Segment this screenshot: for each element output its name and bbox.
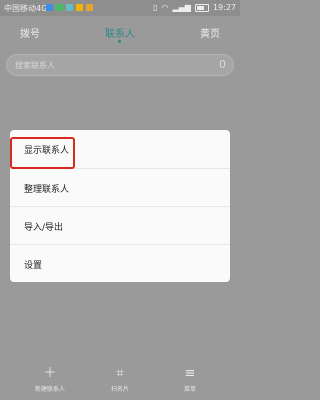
new-contact-button[interactable]: ＋ 新建联系人 (20, 366, 80, 393)
menu-icon: ≡ (184, 366, 196, 381)
search-input[interactable]: 搜索联系人 (6, 54, 234, 76)
menu-item-organize-contacts[interactable]: 整理联系人 (10, 168, 230, 207)
tab-dialer[interactable]: 拨号 (20, 25, 40, 40)
menu-label: 菜单 (183, 386, 196, 393)
bottom-bar: ＋ 新建联系人 ⌗ 扫名片 ≡ 菜单 (0, 362, 240, 400)
status-right: ▯ ◠ ▂▄▆ 19:27 (153, 3, 236, 12)
active-tab-indicator (118, 40, 121, 43)
tab-yellow-pages[interactable]: 黄页 (200, 25, 220, 40)
plus-icon: ＋ (43, 366, 57, 381)
carrier-label: 中国移动4G (4, 4, 48, 13)
notification-icon (86, 4, 93, 11)
scan-card-button[interactable]: ⌗ 扫名片 (90, 366, 150, 393)
tab-bar: 拨号 联系人 黄页 (0, 16, 240, 48)
menu-item-label: 设置 (24, 261, 43, 271)
notification-icon (56, 4, 63, 11)
menu-item-settings[interactable]: 设置 (10, 244, 230, 283)
new-contact-label: 新建联系人 (34, 386, 65, 393)
battery-icon (194, 3, 209, 12)
notification-icon (76, 4, 83, 11)
menu-button[interactable]: ≡ 菜单 (160, 366, 220, 393)
search-placeholder: 搜索联系人 (15, 61, 55, 70)
menu-item-label: 整理联系人 (24, 185, 70, 195)
microphone-icon[interactable] (220, 60, 225, 68)
menu-item-import-export[interactable]: 导入/导出 (10, 206, 230, 245)
highlight-box (10, 137, 75, 169)
tab-contacts[interactable]: 联系人 (105, 25, 135, 40)
scan-icon: ⌗ (116, 366, 124, 381)
wifi-icon: ◠ (161, 3, 169, 12)
status-time: 19:27 (212, 3, 236, 12)
notification-icon (46, 4, 53, 11)
status-bar: 中国移动4G ▯ ◠ ▂▄▆ 19:27 (0, 0, 240, 16)
vibrate-icon: ▯ (153, 3, 158, 12)
notification-icon (66, 4, 73, 11)
scan-card-label: 扫名片 (110, 386, 129, 393)
signal-icon: ▂▄▆ (172, 3, 191, 12)
menu-item-label: 导入/导出 (24, 223, 64, 233)
